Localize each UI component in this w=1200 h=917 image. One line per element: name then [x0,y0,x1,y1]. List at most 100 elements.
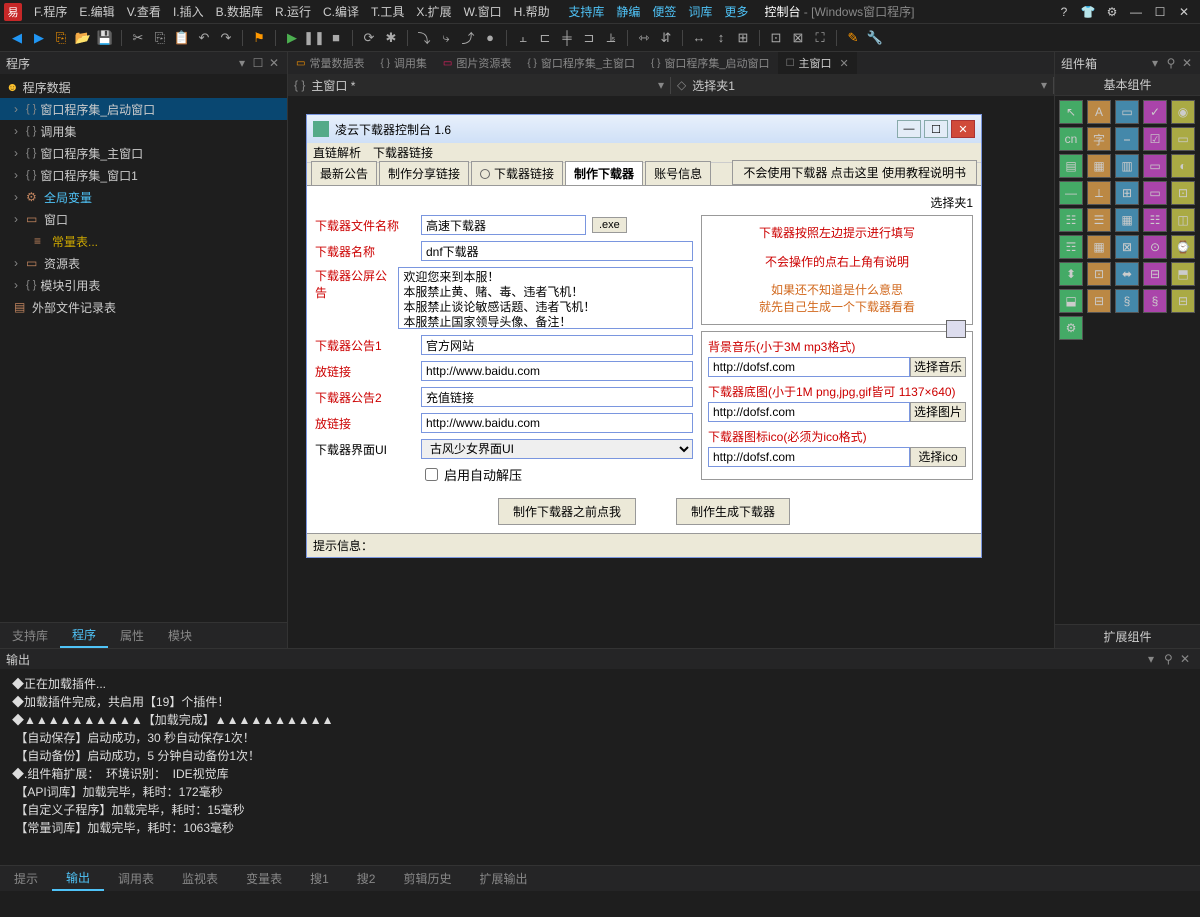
output-tab[interactable]: 搜1 [296,866,343,891]
wrench-icon[interactable]: 🔧 [866,29,884,47]
output-tab[interactable]: 提示 [0,866,52,891]
autounzip-checkbox[interactable] [425,468,438,481]
component-cell[interactable]: ▭ [1115,100,1139,124]
sim-tab[interactable]: 下载器链接 [471,161,563,185]
name-input[interactable] [421,241,693,261]
cut-icon[interactable]: ✂ [129,29,147,47]
doc-tab[interactable]: ▭图片资源表 [435,52,519,74]
component-cell[interactable]: ⬒ [1171,262,1195,286]
l2-input[interactable] [421,413,693,433]
step-in-icon[interactable]: ⤷ [437,29,455,47]
close-panel-icon[interactable]: ✕ [1180,652,1194,666]
doc-tab[interactable]: ☐主窗口✕ [778,52,857,74]
component-cell[interactable]: § [1143,289,1167,313]
same-width-icon[interactable]: ↔ [690,29,708,47]
sim-menu-link[interactable]: 下载器链接 [373,144,433,161]
doc-tab[interactable]: { }窗口程序集_主窗口 [519,52,643,74]
menu-edit[interactable]: E.编辑 [73,3,120,20]
align-bottom-icon[interactable]: ⫡ [602,29,620,47]
align-center-icon[interactable]: ╪ [558,29,576,47]
output-tab[interactable]: 剪辑历史 [389,866,465,891]
close-icon[interactable]: ✕ [1174,4,1194,20]
help-icon[interactable]: ? [1054,4,1074,20]
component-cell[interactable]: ▤ [1059,154,1083,178]
m1-input[interactable] [708,357,910,377]
before-make-button[interactable]: 制作下载器之前点我 [498,498,636,525]
menu-compile[interactable]: C.编译 [317,3,365,20]
tree-item[interactable]: ≡常量表... [0,230,287,252]
minimize-icon[interactable]: — [1126,4,1146,20]
menu-view[interactable]: V.查看 [121,3,167,20]
component-cell[interactable]: ⊠ [1115,235,1139,259]
component-cell[interactable]: ☰ [1087,208,1111,232]
sim-menu-parse[interactable]: 直链解析 [313,144,361,161]
menu-help[interactable]: H.帮助 [508,3,556,20]
component-cell[interactable]: ⊟ [1087,289,1111,313]
close-panel-icon[interactable]: ✕ [267,56,281,70]
a2-input[interactable] [421,387,693,407]
wand-icon[interactable]: ✎ [844,29,862,47]
output-tab[interactable]: 变量表 [232,866,296,891]
menu-ext[interactable]: X.扩展 [410,3,457,20]
dist-v-icon[interactable]: ⇵ [657,29,675,47]
component-cell[interactable]: ⬍ [1059,262,1083,286]
file-input[interactable] [421,215,586,235]
component-cell[interactable]: ⎯ [1115,127,1139,151]
tutorial-note[interactable]: 不会使用下载器 点击这里 使用教程说明书 [732,160,977,185]
tree-item[interactable]: ›{ }调用集 [0,120,287,142]
tree-item[interactable]: ›▭窗口 [0,208,287,230]
component-cell[interactable]: ⬓ [1059,289,1083,313]
component-cell[interactable]: ⊟ [1171,289,1195,313]
dropdown-icon[interactable]: ▾ [235,56,249,70]
breakpoint-icon[interactable]: ● [481,29,499,47]
doc-tab[interactable]: { }窗口程序集_启动窗口 [643,52,778,74]
component-cell[interactable]: ▭ [1143,181,1167,205]
l1-input[interactable] [421,361,693,381]
component-cell[interactable]: ▦ [1087,235,1111,259]
m3-button[interactable]: 选择ico [910,447,966,467]
m3-input[interactable] [708,447,910,467]
left-tab-module[interactable]: 模块 [156,623,204,648]
output-body[interactable]: ◆正在加载插件...◆加载插件完成，共启用【19】个插件！◆▲▲▲▲▲▲▲▲▲▲… [0,669,1200,865]
sim-tab[interactable]: 制作下载器 [565,161,643,185]
component-cell[interactable]: ⊡ [1087,262,1111,286]
settings-icon[interactable]: ⚙ [1102,4,1122,20]
component-footer[interactable]: 扩展组件 [1055,624,1200,648]
pin-icon[interactable]: ⚲ [1164,56,1178,70]
menu-more[interactable]: 更多 [718,3,754,20]
menu-file[interactable]: F.程序 [28,3,73,20]
clip-chip[interactable]: 选择夹1 [930,194,973,211]
component-cell[interactable]: ◐ [1171,154,1195,178]
bookmark-icon[interactable]: ⚑ [250,29,268,47]
menu-db[interactable]: B.数据库 [210,3,269,20]
shirt-icon[interactable]: 👕 [1078,4,1098,20]
component-cell[interactable]: ◫ [1171,208,1195,232]
forward-icon[interactable]: ▶ [30,29,48,47]
tree-item[interactable]: ›{ }窗口程序集_启动窗口 [0,98,287,120]
back-icon[interactable]: ◀ [8,29,26,47]
menu-dict[interactable]: 词库 [682,3,718,20]
component-cell[interactable]: ⊙ [1143,235,1167,259]
output-tab[interactable]: 监视表 [168,866,232,891]
run-icon[interactable]: ▶ [283,29,301,47]
sim-max-icon[interactable]: ☐ [924,120,948,138]
menu-window[interactable]: W.窗口 [458,3,508,20]
context-window-selector[interactable]: { }主窗口 *▾ [288,77,671,94]
tree-root[interactable]: ☻程序数据 [0,76,287,98]
doc-tab[interactable]: { }调用集 [372,52,434,74]
sim-tab[interactable]: 制作分享链接 [379,161,469,185]
component-cell[interactable]: cn [1059,127,1083,151]
a1-input[interactable] [421,335,693,355]
close-panel-icon[interactable]: ✕ [1180,56,1194,70]
tree-item[interactable]: ›{ }窗口程序集_主窗口 [0,142,287,164]
dropdown-icon[interactable]: ▾ [1148,56,1162,70]
step-over-icon[interactable]: ⤵ [415,29,433,47]
menu-support-lib[interactable]: 支持库 [562,3,610,20]
component-cell[interactable]: § [1115,289,1139,313]
component-cell[interactable]: ▭ [1171,127,1195,151]
component-cell[interactable]: A [1087,100,1111,124]
component-cell[interactable]: ↖ [1059,100,1083,124]
lock-icon[interactable]: ⊠ [789,29,807,47]
component-cell[interactable]: ⬌ [1115,262,1139,286]
component-cell[interactable]: ▥ [1115,154,1139,178]
